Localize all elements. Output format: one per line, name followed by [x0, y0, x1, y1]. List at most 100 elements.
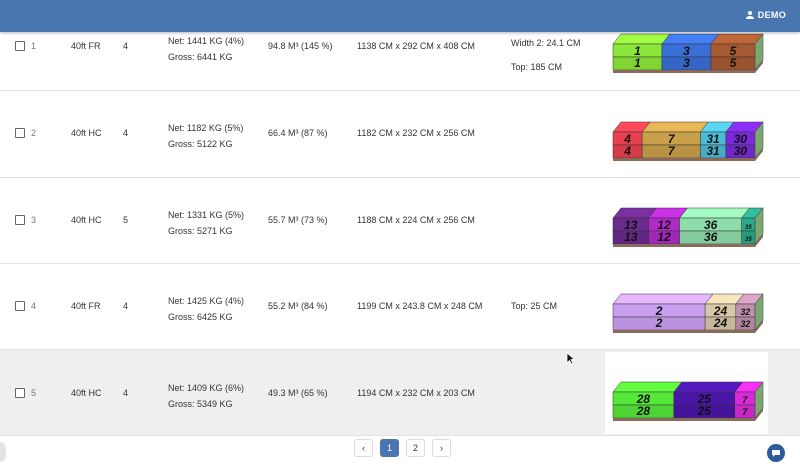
- package-count: 4: [123, 388, 129, 398]
- block-label: 3: [683, 56, 690, 70]
- block-label: 4: [623, 144, 631, 158]
- user-menu[interactable]: DEMO: [744, 9, 786, 21]
- page-button-1[interactable]: 1: [380, 439, 399, 457]
- block-label: 7: [742, 407, 748, 417]
- block-label: 32: [741, 307, 751, 317]
- page-button-2[interactable]: 2: [406, 439, 425, 457]
- table-row[interactable]: 5 40ft HC 4 Net: 1409 KG (6%) Gross: 534…: [0, 350, 800, 436]
- load-preview[interactable]: 28 28 25 25 7 7: [605, 352, 768, 434]
- net-weight: Net: 1331 KG (5%): [168, 210, 245, 220]
- dimensions: 1138 CM x 292 CM x 408 CM: [357, 41, 475, 51]
- block-label: 35: [745, 225, 752, 231]
- dimensions: 1194 CM x 232 CM x 203 CM: [357, 388, 475, 398]
- chat-button[interactable]: [767, 444, 785, 462]
- load-preview[interactable]: 2 2 24 24 32 32: [605, 264, 768, 349]
- package-count: 4: [123, 41, 129, 51]
- top-app-bar: DEMO: [0, 0, 800, 32]
- cargo-block: 22: [612, 293, 714, 331]
- block-label: 35: [745, 237, 752, 243]
- volume: 66.4 M³ (87 %): [268, 128, 328, 138]
- volume: 55.7 M³ (73 %): [268, 215, 328, 225]
- prev-page-button[interactable]: ‹: [354, 439, 373, 457]
- row-number: 3: [31, 215, 37, 225]
- package-count: 4: [123, 128, 129, 138]
- row-number: 4: [31, 301, 37, 311]
- package-count: 4: [123, 301, 129, 311]
- volume: 94.8 M³ (145 %): [268, 41, 333, 51]
- container-type: 40ft HC: [71, 128, 102, 138]
- block-label: 5: [730, 56, 737, 70]
- block-label: 28: [636, 404, 651, 418]
- cargo-block: 3636: [679, 207, 751, 245]
- block-label: 31: [707, 146, 720, 158]
- block-label: 2: [655, 316, 663, 330]
- container-type: 40ft FR: [71, 301, 101, 311]
- block-label: 31: [707, 134, 720, 146]
- weight-info: Net: 1331 KG (5%) Gross: 5271 KG: [168, 207, 244, 239]
- row-checkbox[interactable]: [15, 301, 25, 311]
- gross-weight: Gross: 5122 KG: [168, 139, 233, 149]
- container-3d-view: 447731313030: [612, 121, 764, 161]
- net-weight: Net: 1425 KG (4%): [168, 296, 245, 306]
- extra-info-1: Width 2: 24.1 CM: [511, 38, 581, 48]
- side-drawer-handle[interactable]: [0, 442, 6, 462]
- chat-bubble-icon: [772, 450, 780, 457]
- row-checkbox[interactable]: [15, 41, 25, 51]
- load-preview[interactable]: 13 13 12 12 36 36 35 35: [605, 178, 768, 263]
- cargo-block: 2828: [612, 381, 683, 419]
- block-label: 24: [713, 316, 728, 330]
- mouse-cursor: [566, 352, 576, 370]
- table-row[interactable]: 2 40ft HC 4 Net: 1182 KG (5%) Gross: 512…: [0, 91, 800, 178]
- net-weight: Net: 1441 KG (4%): [168, 36, 245, 46]
- cargo-block: 2525: [673, 381, 744, 419]
- gross-weight: Gross: 6425 KG: [168, 312, 233, 322]
- block-label: 12: [657, 230, 671, 244]
- user-name: DEMO: [757, 10, 786, 20]
- container-type: 40ft FR: [71, 41, 101, 51]
- person-icon: [745, 11, 754, 19]
- dimensions: 1188 CM x 224 CM x 256 CM: [357, 215, 475, 225]
- volume: 55.2 M³ (84 %): [268, 301, 328, 311]
- net-weight: Net: 1182 KG (5%): [168, 123, 244, 133]
- container-type: 40ft HC: [71, 388, 102, 398]
- row-number: 5: [31, 388, 37, 398]
- gross-weight: Gross: 6441 KG: [168, 52, 233, 62]
- dimensions: 1199 CM x 243.8 CM x 248 CM: [357, 301, 483, 311]
- table-row[interactable]: 4 40ft FR 4 Net: 1425 KG (4%) Gross: 642…: [0, 264, 800, 350]
- weight-info: Net: 1441 KG (4%) Gross: 6441 KG: [168, 33, 244, 65]
- row-checkbox[interactable]: [15, 128, 25, 138]
- volume: 49.3 M³ (65 %): [268, 388, 328, 398]
- container-3d-view: 282825257 7: [612, 381, 764, 421]
- block-label: 25: [697, 404, 712, 418]
- extra-info-2: Top: 185 CM: [511, 62, 563, 72]
- package-count: 5: [123, 215, 129, 225]
- cargo-block: 11: [612, 33, 671, 71]
- dimensions: 1182 CM x 232 CM x 256 CM: [357, 128, 475, 138]
- block-label: 7: [742, 395, 748, 405]
- weight-info: Net: 1182 KG (5%) Gross: 5122 KG: [168, 120, 243, 152]
- gross-weight: Gross: 5271 KG: [168, 226, 233, 236]
- net-weight: Net: 1409 KG (6%): [168, 383, 245, 393]
- block-label: 13: [624, 230, 638, 244]
- weight-info: Net: 1409 KG (6%) Gross: 5349 KG: [168, 380, 244, 412]
- container-type: 40ft HC: [71, 215, 102, 225]
- row-number: 2: [31, 128, 37, 138]
- block-label: 1: [634, 56, 641, 70]
- table-row[interactable]: 3 40ft HC 5 Net: 1331 KG (5%) Gross: 527…: [0, 178, 800, 264]
- cargo-block: 77: [641, 121, 709, 159]
- container-3d-view: 2224243232: [612, 293, 764, 333]
- row-number: 1: [31, 41, 37, 51]
- pagination: ‹ 1 2 ›: [354, 439, 451, 457]
- extra-info-1: Top: 25 CM: [511, 301, 558, 311]
- row-checkbox[interactable]: [15, 215, 25, 225]
- block-label: 32: [741, 319, 751, 329]
- cargo-block: 33: [661, 33, 720, 71]
- block-label: 30: [734, 144, 748, 158]
- container-3d-view: 1313121236363535: [612, 207, 764, 247]
- next-page-button[interactable]: ›: [432, 439, 451, 457]
- load-preview[interactable]: 4 4 7 7 31 31 30 30: [605, 92, 768, 177]
- gross-weight: Gross: 5349 KG: [168, 399, 233, 409]
- weight-info: Net: 1425 KG (4%) Gross: 6425 KG: [168, 293, 244, 325]
- row-checkbox[interactable]: [15, 388, 25, 398]
- block-label: 36: [704, 230, 718, 244]
